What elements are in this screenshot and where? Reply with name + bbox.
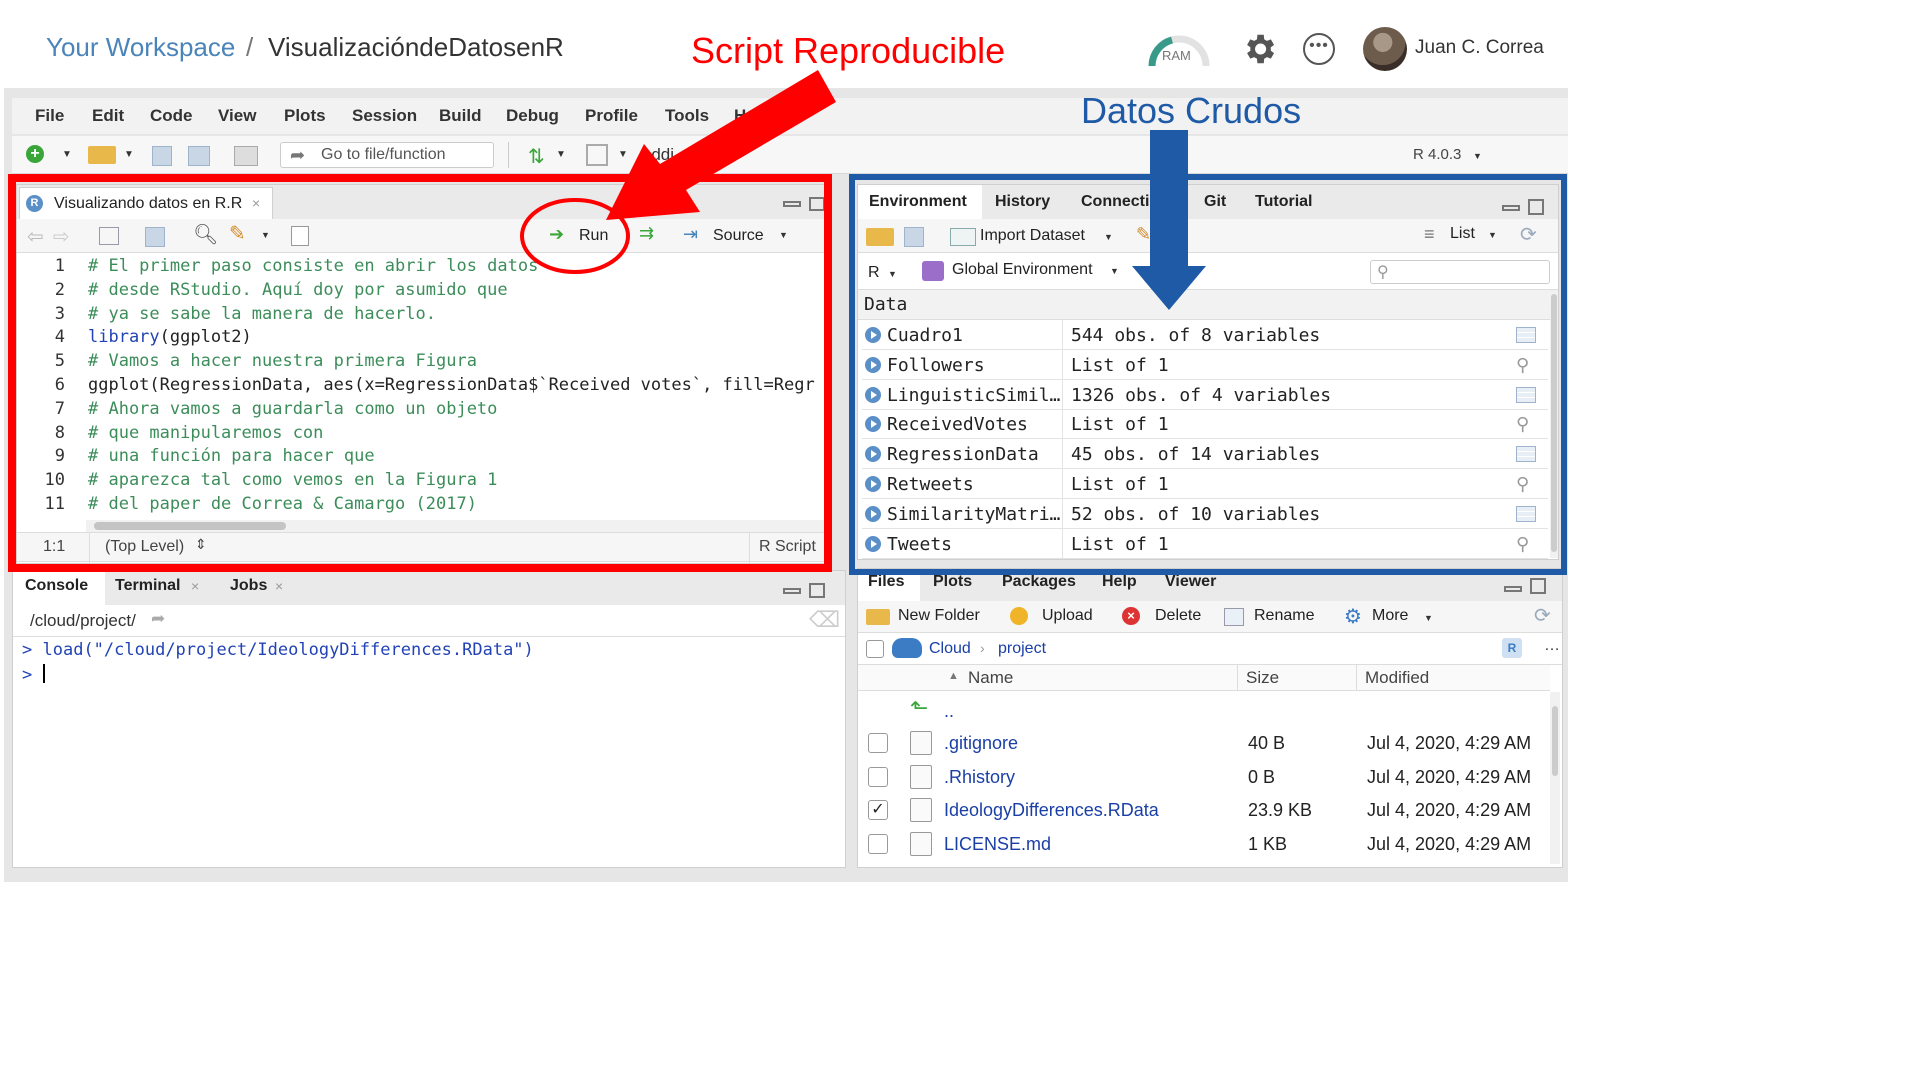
annotation-arrows xyxy=(520,70,1206,310)
run-highlight-circle xyxy=(520,198,630,274)
red-arrow xyxy=(606,70,836,220)
blue-arrow xyxy=(1132,130,1206,310)
